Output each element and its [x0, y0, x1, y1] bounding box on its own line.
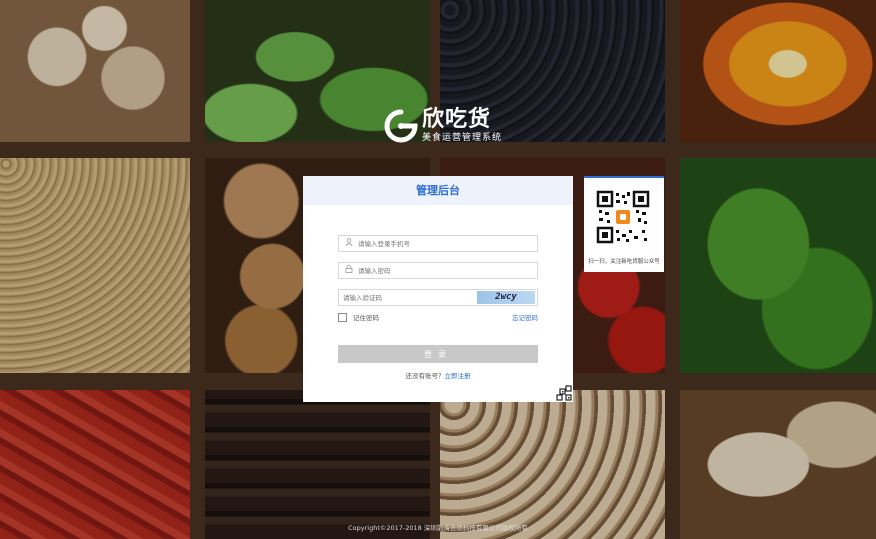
login-card-title: 管理后台 — [303, 176, 573, 205]
password-input[interactable] — [356, 263, 537, 278]
captcha-image[interactable]: 2wcy — [477, 291, 535, 304]
logo-mark-icon — [384, 109, 418, 143]
remember-checkbox[interactable] — [338, 312, 347, 322]
login-card: 管理后台 2wcy 记住密码 忘记密码 登录 还没有账号？立即注册 — [303, 176, 573, 402]
brand-tagline: 美食运营管理系统 — [422, 133, 503, 143]
user-icon — [342, 238, 356, 249]
password-field — [338, 262, 538, 279]
footer-copyright: Copyright©2017-2018 深圳前海吾德科技有限公司版权所有 — [348, 524, 528, 532]
brand-name: 欣吃货 — [422, 107, 492, 132]
lock-icon — [342, 265, 356, 276]
register-row: 还没有账号？立即注册 — [303, 370, 573, 380]
wechat-qr-panel: 扫一扫，关注新吃货服公众号 — [584, 176, 664, 272]
username-field — [338, 235, 538, 252]
qr-code-icon — [596, 190, 650, 244]
remember-label: 记住密码 — [353, 314, 379, 322]
register-prompt: 还没有账号？ — [405, 372, 445, 380]
qr-code-corner-icon[interactable] — [544, 373, 573, 402]
register-link[interactable]: 立即注册 — [445, 372, 471, 380]
remember-password[interactable]: 记住密码 — [338, 312, 379, 322]
captcha-field: 2wcy — [338, 289, 538, 306]
brand-logo: 欣吃货 美食运营管理系统 — [384, 106, 502, 146]
captcha-input[interactable] — [339, 290, 477, 305]
qr-caption: 扫一扫，关注新吃货服公众号 — [588, 259, 660, 265]
login-button[interactable]: 登录 — [338, 345, 538, 363]
forgot-password-link[interactable]: 忘记密码 — [512, 312, 538, 322]
username-input[interactable] — [356, 236, 537, 251]
